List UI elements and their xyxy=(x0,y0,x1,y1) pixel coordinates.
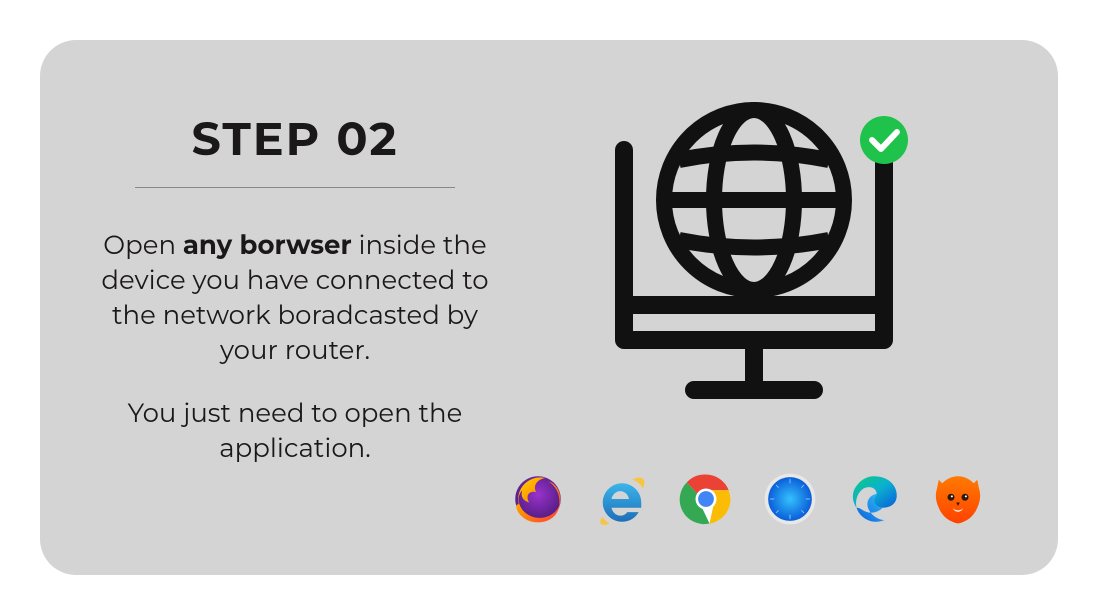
monitor-globe-icon xyxy=(584,90,924,410)
brave-icon xyxy=(930,471,986,527)
illustration-column xyxy=(500,100,1008,535)
step-title: STEP 02 xyxy=(191,110,398,167)
browser-icons-row xyxy=(510,471,986,527)
chrome-icon xyxy=(678,471,734,527)
instruction-paragraph-1: Open any borwser inside the device you h… xyxy=(90,228,500,368)
edge-icon xyxy=(846,471,902,527)
internet-explorer-icon xyxy=(594,471,650,527)
para1-bold: any borwser xyxy=(183,229,352,261)
text-column: STEP 02 Open any borwser inside the devi… xyxy=(90,100,500,535)
safari-icon xyxy=(762,471,818,527)
instruction-paragraph-2: You just need to open the application. xyxy=(90,396,500,466)
monitor-globe-illustration xyxy=(584,90,924,415)
firefox-icon xyxy=(510,471,566,527)
divider xyxy=(135,187,455,188)
para1-prefix: Open xyxy=(103,229,183,261)
instruction-card: STEP 02 Open any borwser inside the devi… xyxy=(40,40,1058,575)
